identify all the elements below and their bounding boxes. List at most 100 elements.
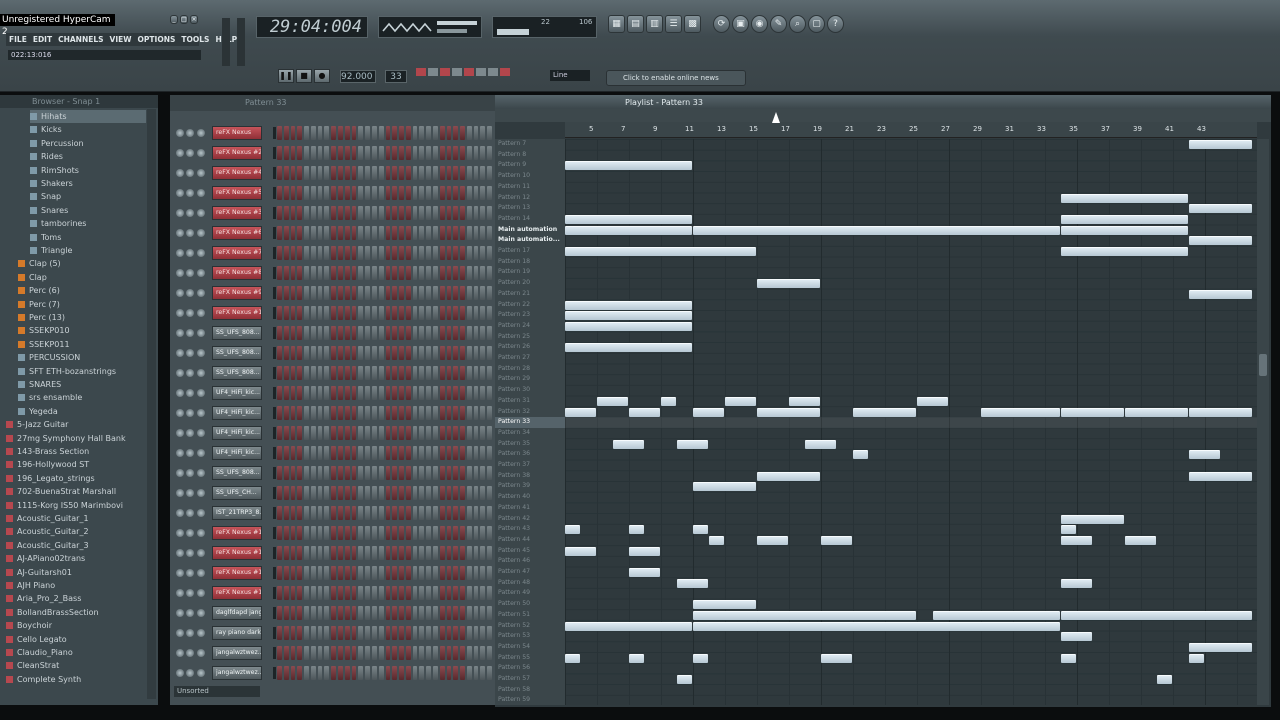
menu-item-tools[interactable]: TOOLS (181, 33, 209, 46)
step-button[interactable] (365, 446, 370, 460)
step-button[interactable] (351, 426, 357, 440)
step-button[interactable] (331, 126, 337, 140)
step-button[interactable] (310, 626, 316, 640)
browser-item[interactable]: tamborines (30, 217, 146, 230)
channel-select-marker[interactable] (273, 587, 276, 599)
step-button[interactable] (304, 186, 309, 200)
step-button[interactable] (432, 546, 438, 560)
track-name[interactable]: Pattern 18 (495, 257, 565, 268)
mute-led-icon[interactable] (176, 429, 184, 437)
step-button[interactable] (378, 506, 384, 520)
step-button[interactable] (392, 426, 398, 440)
step-button[interactable] (480, 626, 486, 640)
pattern-clip[interactable] (1061, 535, 1092, 545)
step-button[interactable] (371, 626, 377, 640)
step-button[interactable] (412, 266, 418, 280)
step-button[interactable] (338, 666, 343, 680)
step-button[interactable] (371, 646, 377, 660)
step-button[interactable] (277, 206, 282, 220)
step-button[interactable] (487, 186, 492, 200)
step-button[interactable] (290, 126, 296, 140)
step-button[interactable] (432, 486, 438, 500)
step-button[interactable] (324, 426, 330, 440)
step-button[interactable] (426, 526, 431, 540)
channel-name-button[interactable]: jangalwztwez... (212, 666, 262, 680)
step-button[interactable] (446, 546, 452, 560)
step-button[interactable] (351, 186, 357, 200)
step-button[interactable] (283, 146, 289, 160)
step-button[interactable] (290, 146, 296, 160)
step-button[interactable] (392, 646, 398, 660)
mute-led-icon[interactable] (176, 269, 184, 277)
browser-item[interactable]: Perc (7) (18, 298, 146, 311)
pattern-clip[interactable] (629, 525, 644, 535)
step-button[interactable] (399, 226, 404, 240)
pattern-clip[interactable] (677, 439, 708, 449)
step-button[interactable] (466, 546, 472, 560)
browser-item[interactable]: Clap (18, 271, 146, 284)
track-name[interactable]: Pattern 28 (495, 364, 565, 375)
pan-knob-icon[interactable] (186, 409, 194, 417)
step-button[interactable] (304, 326, 309, 340)
step-button[interactable] (405, 386, 411, 400)
browser-item[interactable]: Hihats (30, 110, 146, 123)
step-button[interactable] (405, 406, 411, 420)
step-button[interactable] (304, 566, 309, 580)
step-button[interactable] (412, 306, 418, 320)
step-button[interactable] (405, 426, 411, 440)
step-button[interactable] (460, 246, 465, 260)
stop-button[interactable]: ■ (296, 69, 312, 83)
step-button[interactable] (378, 186, 384, 200)
step-button[interactable] (290, 486, 296, 500)
track-name[interactable]: Pattern 26 (495, 342, 565, 353)
menu-item-options[interactable]: OPTIONS (138, 33, 176, 46)
step-button[interactable] (432, 626, 438, 640)
pattern-clip[interactable] (677, 675, 692, 684)
channel-select-marker[interactable] (273, 247, 276, 259)
step-button[interactable] (446, 666, 452, 680)
step-button[interactable] (460, 166, 465, 180)
step-button[interactable] (405, 626, 411, 640)
volume-knob-icon[interactable] (197, 409, 205, 417)
step-button[interactable] (446, 186, 452, 200)
step-button[interactable] (378, 226, 384, 240)
step-button[interactable] (331, 506, 337, 520)
pattern-clip[interactable] (821, 653, 852, 663)
step-button[interactable] (453, 466, 459, 480)
step-button[interactable] (324, 226, 330, 240)
track-name[interactable]: Pattern 45 (495, 546, 565, 557)
step-button[interactable] (310, 506, 316, 520)
step-button[interactable] (432, 326, 438, 340)
step-button[interactable] (439, 626, 445, 640)
step-button[interactable] (371, 426, 377, 440)
channel-select-marker[interactable] (273, 447, 276, 459)
track-name[interactable]: Pattern 29 (495, 374, 565, 385)
step-button[interactable] (344, 366, 350, 380)
step-button[interactable] (446, 366, 452, 380)
step-button[interactable] (412, 606, 418, 620)
step-button[interactable] (392, 406, 398, 420)
browser-item[interactable]: Perc (13) (18, 311, 146, 324)
channel-name-button[interactable]: reFX Nexus #3 (212, 206, 262, 220)
step-button[interactable] (439, 386, 445, 400)
step-button[interactable] (310, 446, 316, 460)
step-button[interactable] (392, 466, 398, 480)
pan-knob-icon[interactable] (186, 129, 194, 137)
step-button[interactable] (371, 526, 377, 540)
channel-name-button[interactable]: reFX Nexus #13 (212, 566, 262, 580)
step-button[interactable] (290, 366, 296, 380)
step-button[interactable] (310, 166, 316, 180)
pattern-clip[interactable] (677, 578, 708, 588)
step-button[interactable] (480, 606, 486, 620)
step-button[interactable] (480, 566, 486, 580)
channel-name-button[interactable]: UF4_HiFi_kic... (212, 426, 262, 440)
wrench-icon[interactable]: ✎ (770, 15, 787, 33)
step-button[interactable] (453, 346, 459, 360)
step-button[interactable] (365, 666, 370, 680)
pan-knob-icon[interactable] (186, 209, 194, 217)
step-button[interactable] (338, 506, 343, 520)
channel-name-button[interactable]: reFX Nexus #6 (212, 226, 262, 240)
mute-led-icon[interactable] (176, 189, 184, 197)
step-button[interactable] (385, 426, 391, 440)
step-button[interactable] (385, 186, 391, 200)
